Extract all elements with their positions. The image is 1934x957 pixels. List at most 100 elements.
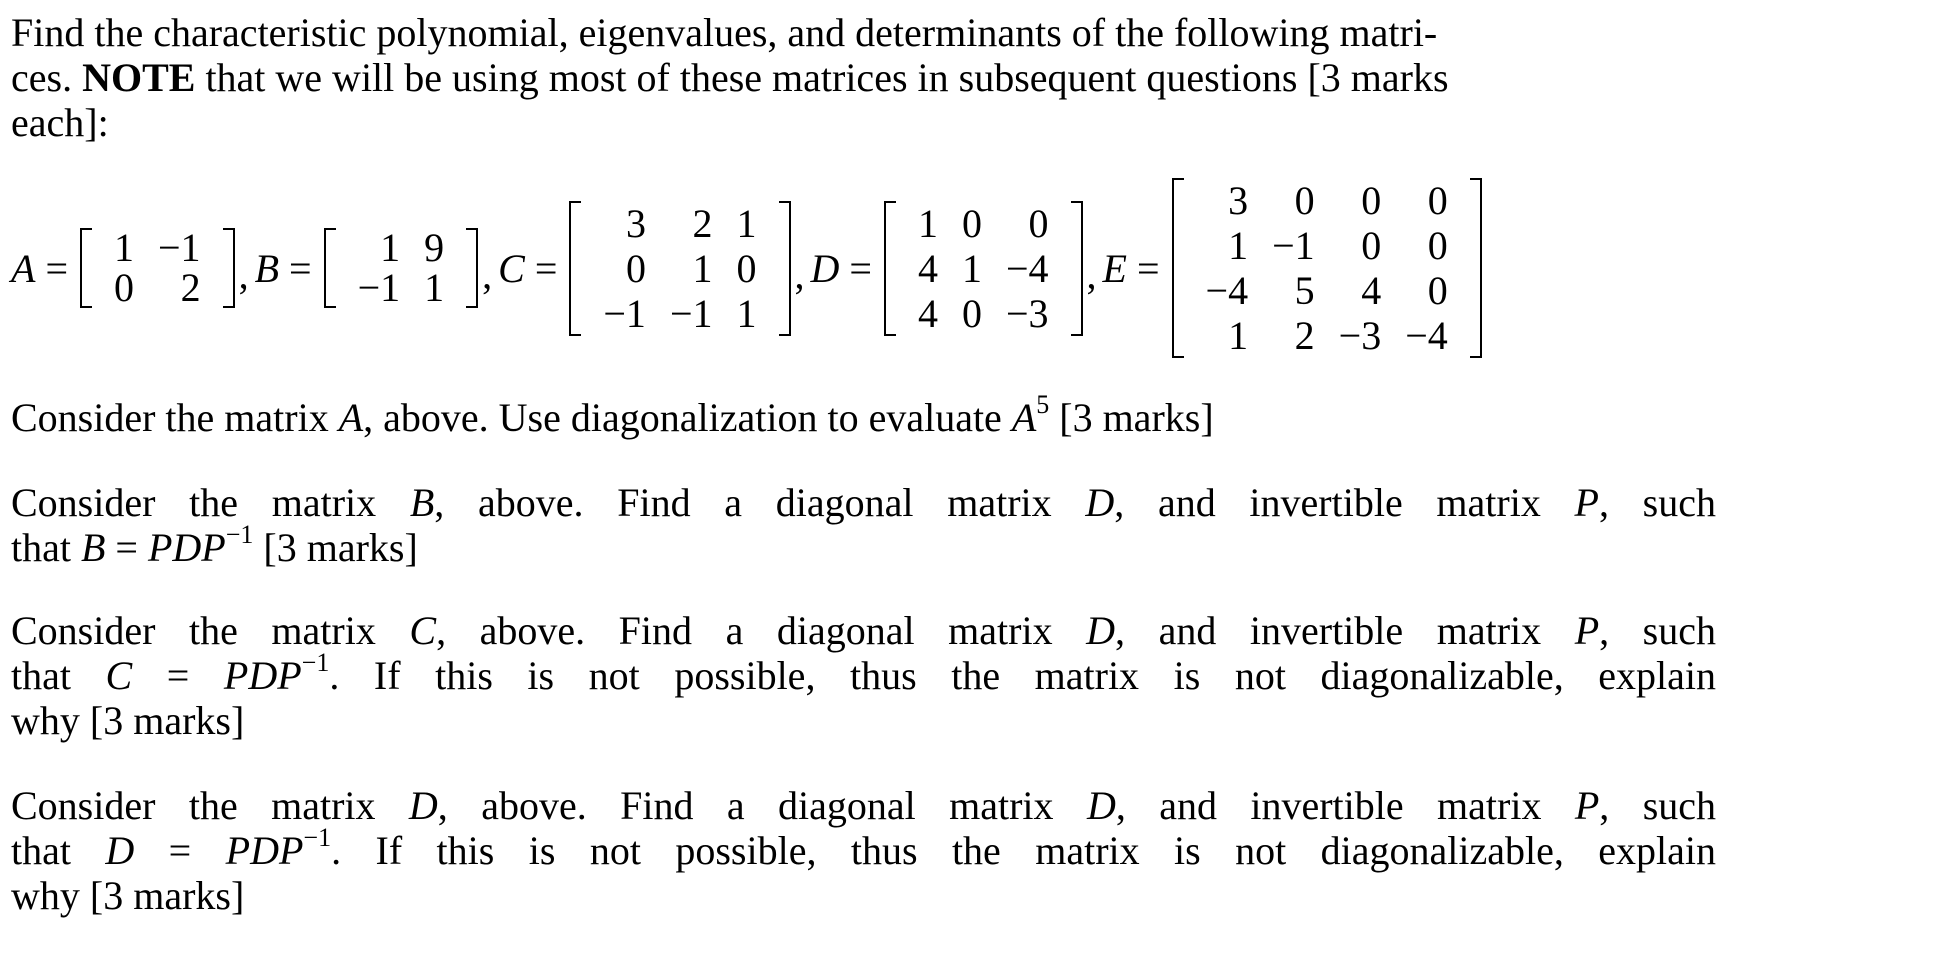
math-symbol: D bbox=[1086, 783, 1116, 828]
matrix-entry: 1 bbox=[1228, 223, 1249, 268]
matrix-entry: 0 bbox=[1427, 268, 1448, 313]
question-line: Consider the matrix B, above. Find a dia… bbox=[11, 480, 1716, 525]
math-symbol: B bbox=[80, 525, 106, 570]
math-superscript: −1 bbox=[303, 822, 332, 852]
intro-text-2a: ces. bbox=[11, 55, 83, 100]
matrix-entry: 1 bbox=[424, 265, 445, 310]
question-text: , above. Find a diagonal matrix bbox=[436, 608, 1087, 653]
matrix-entry: −4 bbox=[1205, 268, 1249, 313]
math-symbol: D bbox=[1085, 480, 1115, 525]
math-symbol: P bbox=[1574, 608, 1600, 653]
math-symbol: D bbox=[1086, 608, 1116, 653]
question-line: Consider the matrix D, above. Find a dia… bbox=[11, 783, 1716, 828]
matrix-entry: 1 bbox=[1228, 313, 1249, 358]
matrix-row-entries: 1 −1 bbox=[102, 228, 213, 268]
matrix-entry: −1 bbox=[357, 265, 401, 310]
matrix-body: 3 2 1 0 1 0 −1 −1 1 bbox=[591, 201, 768, 336]
math-symbol: B bbox=[409, 480, 435, 525]
matrix-entry: 1 bbox=[917, 200, 938, 246]
math-superscript: −1 bbox=[225, 519, 254, 549]
matrix-entry: −3 bbox=[1338, 313, 1382, 358]
question-text: , and invertible matrix bbox=[1115, 608, 1575, 653]
matrix-entry: 5 bbox=[1294, 268, 1315, 313]
matrix-entry: −3 bbox=[1005, 290, 1049, 336]
matrix-entry: 3 bbox=[625, 200, 646, 246]
math-symbol: PDP bbox=[223, 653, 302, 698]
matrix-entry: 0 bbox=[736, 245, 757, 291]
matrix-entry: 1 bbox=[692, 245, 713, 291]
separator-comma: , bbox=[482, 251, 493, 297]
matrix-entry: 0 bbox=[1427, 223, 1448, 268]
matrix-body: 1 −1 0 2 bbox=[102, 228, 213, 308]
matrix-a: A = 1 −1 0 2, bbox=[11, 228, 255, 308]
equals-sign: = bbox=[1136, 245, 1160, 291]
question-text: , and invertible matrix bbox=[1114, 480, 1575, 525]
question-line: Consider the matrix A, above. Use diagon… bbox=[11, 391, 1716, 440]
math-symbol: D bbox=[105, 828, 135, 873]
math-symbol: P bbox=[1574, 783, 1600, 828]
matrix-entry: 3 bbox=[1228, 178, 1249, 223]
question-text: why [3 marks] bbox=[11, 698, 245, 743]
matrix-e: E = 3 0 0 0 1 −1 0 0 −4 5 4 0 1 2 −3 −4 bbox=[1103, 178, 1484, 358]
matrix-row-entries: 02 bbox=[102, 268, 213, 308]
question-text: . If this is not possible, thus the matr… bbox=[331, 828, 1716, 873]
matrix-row-entries: 100 bbox=[906, 201, 1061, 246]
matrix-entry: 1 bbox=[736, 200, 757, 246]
question-text: [3 marks] bbox=[253, 525, 418, 570]
question-text: , such bbox=[1598, 480, 1716, 525]
question-text: Consider the matrix bbox=[11, 783, 409, 828]
question-text: [3 marks] bbox=[1049, 395, 1214, 440]
intro-text-1: Find the characteristic polynomial, eige… bbox=[11, 10, 1438, 55]
intro-text-2b: that we will be using most of these matr… bbox=[195, 55, 1449, 100]
question-text: , and invertible matrix bbox=[1115, 783, 1575, 828]
matrix-brackets: 3 0 0 0 1 −1 0 0 −4 5 4 0 1 2 −3 −4 bbox=[1170, 178, 1484, 358]
matrix-definitions: A = 1 −1 0 2, B = 1 9 −1 1, C = 3 2 1 0 1 0 −1 −1 1, D = 1 0 0 4 1 −4 4… bbox=[11, 168, 1484, 368]
intro-text-3: each]: bbox=[11, 100, 109, 145]
intro-paragraph: Find the characteristic polynomial, eige… bbox=[11, 10, 1716, 145]
matrix-entry: 2 bbox=[692, 200, 713, 246]
matrix-entry: 0 bbox=[625, 245, 646, 291]
matrix-row-entries: −1 1 bbox=[346, 268, 457, 308]
matrix-body: 1 9 −1 1 bbox=[346, 228, 457, 308]
matrix-row-entries: −4 5 4 0 bbox=[1194, 268, 1460, 313]
question-line: that C = PDP−1. If this is not possible,… bbox=[11, 649, 1717, 698]
matrix-entry: −4 bbox=[1005, 245, 1049, 291]
matrix-row-entries: 19 bbox=[346, 228, 457, 268]
question-d: Consider the matrix D, above. Find a dia… bbox=[11, 783, 1716, 918]
matrix-entry: 0 bbox=[1361, 223, 1382, 268]
matrix-entry: −1 bbox=[669, 290, 713, 336]
question-line: Consider the matrix C, above. Find a dia… bbox=[11, 608, 1716, 653]
question-a: Consider the matrix A, above. Use diagon… bbox=[11, 391, 1716, 440]
question-text: . If this is not possible, thus the matr… bbox=[329, 653, 1717, 698]
matrix-d: D = 1 0 0 4 1 −4 4 0 −3, bbox=[811, 200, 1103, 336]
matrix-entry: 0 bbox=[1028, 200, 1049, 246]
intro-line-2: ces. NOTE that we will be using most of … bbox=[11, 55, 1716, 100]
math-symbol: C bbox=[105, 653, 133, 698]
equals-sign: = bbox=[289, 245, 312, 291]
math-symbol: A bbox=[1011, 395, 1037, 440]
math-symbol: A bbox=[338, 395, 364, 440]
matrix-entry: 1 bbox=[736, 290, 757, 336]
matrix-entry: 4 bbox=[917, 245, 938, 291]
matrix-entry: 1 bbox=[961, 245, 982, 291]
matrix-entry: 1 bbox=[114, 225, 134, 270]
question-text: , such bbox=[1599, 783, 1717, 828]
question-text: , above. Use diagonalization to evaluate bbox=[363, 395, 1012, 440]
matrix-brackets: 1 0 0 4 1 −4 4 0 −3 bbox=[882, 200, 1085, 336]
matrix-entry: 2 bbox=[1294, 313, 1315, 358]
matrix-body: 3 0 0 0 1 −1 0 0 −4 5 4 0 1 2 −3 −4 bbox=[1194, 178, 1460, 358]
matrix-row-entries: 4 0 −3 bbox=[906, 291, 1061, 336]
question-line: why [3 marks] bbox=[11, 873, 1716, 918]
matrix-entry: −1 bbox=[1272, 223, 1315, 268]
math-symbol: PDP bbox=[147, 525, 226, 570]
matrix-b: B = 1 9 −1 1, bbox=[255, 228, 499, 308]
intro-line-3: each]: bbox=[11, 100, 1716, 145]
question-text: Consider the matrix bbox=[11, 480, 410, 525]
matrix-name: E bbox=[1102, 245, 1127, 291]
question-text: , above. Find a diagonal matrix bbox=[434, 480, 1086, 525]
matrix-row-entries: 1 −1 0 0 bbox=[1194, 223, 1460, 268]
question-text: , above. Find a diagonal matrix bbox=[437, 783, 1087, 828]
math-symbol: D bbox=[408, 783, 438, 828]
question-line: that B = PDP−1 [3 marks] bbox=[11, 521, 1716, 570]
matrix-entry: 1 bbox=[380, 225, 401, 270]
